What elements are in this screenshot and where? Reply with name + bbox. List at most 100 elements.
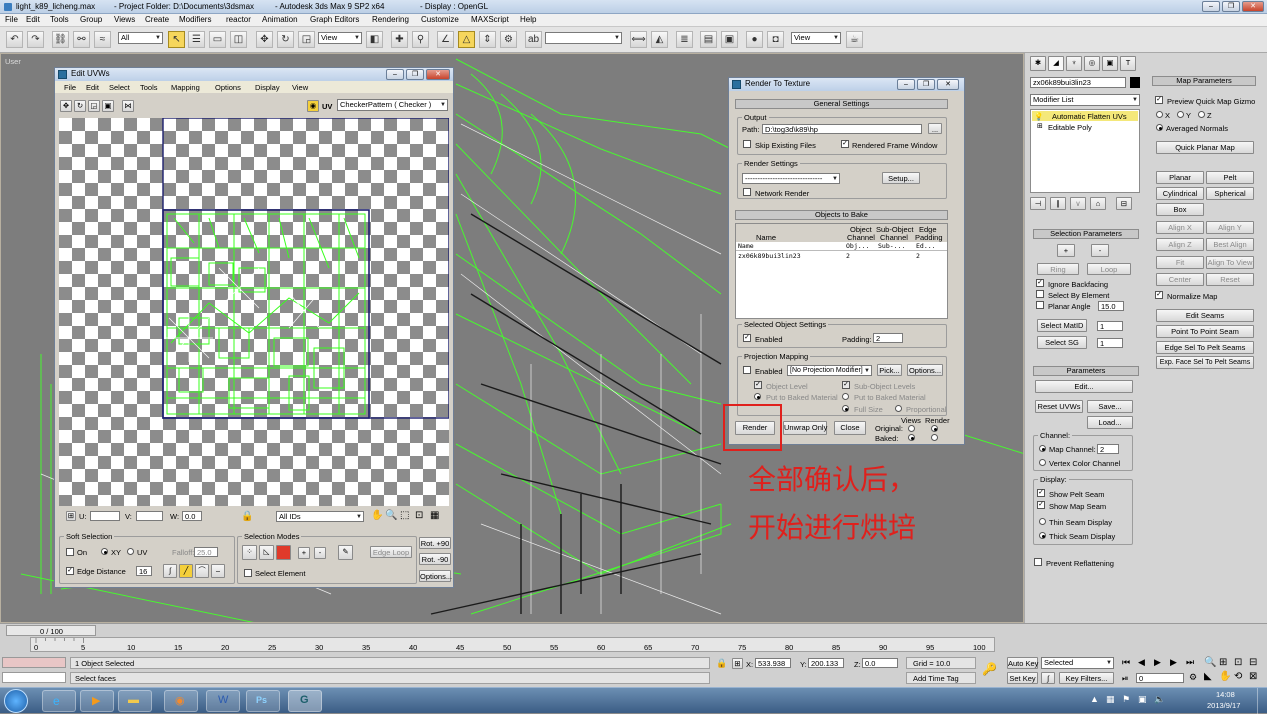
edit-uvws-titlebar[interactable]: Edit UVWs – ❐ ✕ [55,68,453,81]
tray-monitor-icon[interactable]: ▣ [1138,694,1147,705]
uvw-freeform-icon[interactable]: ▣ [102,100,114,112]
show-end-result-icon[interactable]: ∥ [1050,197,1066,210]
mirror-icon[interactable]: ⟺ [630,31,647,48]
3dsmax-taskbar-icon[interactable]: G [288,690,322,712]
absolute-mode-icon[interactable]: ⊞ [732,658,743,669]
path-browse-button[interactable]: ... [928,123,942,134]
lock-icon[interactable]: 🔒 [241,511,253,522]
play-icon[interactable]: ▶ [1154,657,1161,668]
key-mode-icon[interactable]: ⏯ [1122,674,1128,684]
nav-pan-icon[interactable]: ✋ [1219,671,1231,682]
uv-editor-canvas[interactable] [59,118,449,506]
edge-mode-icon[interactable]: ◺ [259,545,274,560]
select-by-name-icon[interactable]: ☰ [188,31,205,48]
expand-icon[interactable]: ⊞ [1037,122,1043,130]
uvw-menu-mapping[interactable]: Mapping [171,83,200,92]
angle-snap-icon[interactable]: ∠ [437,31,454,48]
timeline-track[interactable]: 0 5 10 15 20 25 30 35 40 45 50 55 60 65 … [30,637,995,652]
layer-manager-icon[interactable]: ≣ [676,31,693,48]
nav-fov-icon[interactable]: ◣ [1204,671,1212,682]
undo-icon[interactable]: ↶ [6,31,23,48]
select-object-icon[interactable]: ↖ [168,31,185,48]
put-baked-radio-2[interactable] [842,393,849,400]
edge-distance-checkbox[interactable]: ✓ [66,567,74,575]
original-views-radio[interactable] [908,425,915,432]
photoshop-taskbar-icon[interactable]: Ps [246,690,280,712]
render-type-dropdown[interactable]: View [791,32,841,44]
col-sub-header-2[interactable]: Channel [880,233,908,242]
camera-taskbar-icon[interactable]: ◉ [164,690,198,712]
nav-maximize-icon[interactable]: ⊠ [1249,671,1257,682]
vertex-color-radio[interactable] [1039,459,1046,466]
menu-maxscript[interactable]: MAXScript [471,15,509,24]
align-to-view-button[interactable]: Align To View [1206,256,1254,269]
window-crossing-icon[interactable]: ◫ [230,31,247,48]
modifier-stack-item[interactable]: ⊞ Editable Poly [1032,122,1138,132]
explorer-taskbar-icon[interactable]: ▬ [118,690,152,712]
uvw-show-map-icon[interactable]: ◉ [307,100,319,112]
menu-modifiers[interactable]: Modifiers [179,15,211,24]
align-x-button[interactable]: Align X [1156,221,1204,234]
rtt-minimize-button[interactable]: – [897,79,915,90]
menu-customize[interactable]: Customize [421,15,459,24]
object-color-swatch[interactable] [1130,77,1140,88]
minimize-button[interactable]: – [1202,1,1220,12]
menu-rendering[interactable]: Rendering [372,15,409,24]
uvw-menu-file[interactable]: File [64,83,76,92]
render-preset-dropdown[interactable]: ------------------------------- [742,173,840,184]
x-radio[interactable] [1156,111,1163,118]
menu-reactor[interactable]: reactor [226,15,251,24]
link-icon[interactable]: ⛓ [52,31,69,48]
zoom-region-icon[interactable]: ⬚ [400,510,409,521]
selection-lock-icon[interactable]: 🔒 [716,658,727,669]
add-time-tag[interactable]: Add Time Tag [906,672,976,684]
goto-end-icon[interactable]: ⏭ [1186,657,1194,668]
sub-object-levels-checkbox[interactable]: ✓ [842,381,850,389]
x-coord-field[interactable]: 533.938 [755,658,791,668]
curve-editor-icon[interactable]: ▤ [700,31,717,48]
tray-network-icon[interactable]: ▦ [1106,694,1115,705]
soft-on-checkbox[interactable] [66,548,74,556]
clock-date[interactable]: 2013/9/17 [1207,701,1240,710]
shrink-sel-button[interactable]: - [314,547,326,559]
edit-button[interactable]: Edit... [1035,380,1133,393]
grid-icon[interactable]: ▦ [430,510,439,521]
edit-named-sel-icon[interactable]: ⚙ [500,31,517,48]
hierarchy-tab-icon[interactable]: ♆ [1066,56,1082,71]
box-button[interactable]: Box [1156,203,1204,216]
selection-filter-dropdown[interactable]: All [118,32,163,44]
quick-render-icon[interactable]: ☕ [846,31,863,48]
exp-face-sel-button[interactable]: Exp. Face Sel To Pelt Seams [1156,356,1254,369]
y-radio[interactable] [1177,111,1184,118]
uvw-menu-view[interactable]: View [292,83,308,92]
nav-orbit-icon[interactable]: ⟲ [1234,671,1242,682]
face-mode-icon[interactable] [276,545,291,560]
select-manipulate-icon[interactable]: ✚ [391,31,408,48]
baked-render-radio[interactable] [931,434,938,441]
ring-button[interactable]: Ring [1037,263,1079,275]
menu-create[interactable]: Create [145,15,169,24]
uvw-minimize-button[interactable]: – [386,69,404,80]
prevent-reflattening-checkbox[interactable] [1034,558,1042,566]
unlink-icon[interactable]: ⚯ [73,31,90,48]
prev-frame-icon[interactable]: ◀ [1138,657,1145,668]
zoom-extents-icon[interactable]: ⊡ [415,510,423,521]
material-editor-icon[interactable]: ● [746,31,763,48]
selection-parameters-rollout[interactable]: Selection Parameters [1033,229,1139,239]
proportional-radio[interactable] [895,405,902,412]
rtt-maximize-button[interactable]: ❐ [917,79,935,90]
utilities-tab-icon[interactable]: T [1120,56,1136,71]
preview-gizmo-checkbox[interactable]: ✓ [1155,96,1163,104]
bulb-icon[interactable]: 💡 [1034,112,1043,121]
named-selection-sets-dropdown[interactable] [545,32,622,44]
uvw-menu-edit[interactable]: Edit [86,83,99,92]
unwrap-only-button[interactable]: Unwrap Only [783,421,827,435]
remove-modifier-icon[interactable]: ⌂ [1090,197,1106,210]
falloff-fast-icon[interactable]: ⌣ [211,564,225,578]
cylindrical-button[interactable]: Cylindrical [1156,187,1204,200]
set-key-button[interactable]: Set Key [1007,672,1038,684]
shrink-button[interactable]: - [1091,244,1109,257]
align-y-button[interactable]: Align Y [1206,221,1254,234]
goto-start-icon[interactable]: ⏮ [1122,657,1130,668]
pelt-button[interactable]: Pelt [1206,171,1254,184]
